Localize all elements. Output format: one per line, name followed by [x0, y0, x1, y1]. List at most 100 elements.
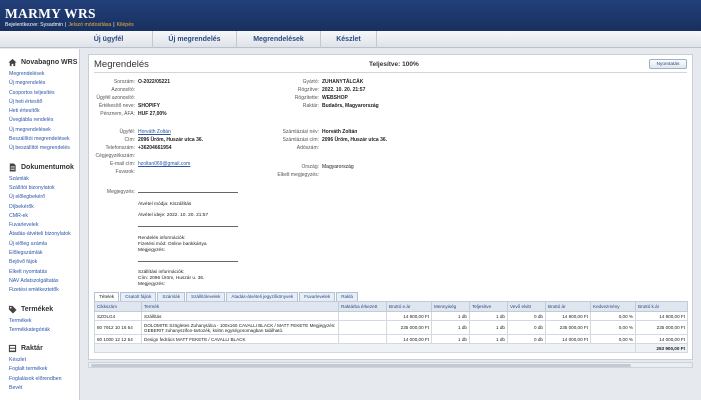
table-total-row: 263 900,00 Ft — [94, 343, 688, 353]
sidebar-item-product-categories[interactable]: Termékkategóriák — [0, 326, 79, 335]
col-fulfilled[interactable]: Teljesítve — [469, 301, 508, 312]
table-row[interactable]: SZOLG4 Szállítás 14 900,00 Ft 1 db 1 db … — [94, 311, 688, 321]
sidebar-item-fee-requests[interactable]: Díjbekérők — [0, 203, 79, 212]
logout-link[interactable]: Kilépés — [117, 22, 134, 28]
tag-icon — [8, 305, 17, 314]
tab-attachments[interactable]: Csatolt fájlok — [120, 292, 157, 301]
sidebar-item-invoices[interactable]: Számlák — [0, 175, 79, 184]
field-billing-address: Számlázási cím: 2096 Üröm, Huszár utca 36… — [282, 137, 388, 143]
field-customer: Ügyfél: Horváth Zoltán — [119, 129, 171, 135]
sidebar-item-incoming-files[interactable]: Bejövő fájok — [0, 258, 79, 267]
table-row[interactable]: 80 7912 10 16 54 DOLOMITE Szögletes Zuha… — [94, 320, 688, 335]
sidebar-item-intake[interactable]: Bevét — [0, 384, 79, 393]
user-bar: Bejelentkezve: Sysadmin | Jelszó módosítás… — [5, 22, 134, 28]
customer-link[interactable]: Horváth Zoltán — [138, 129, 171, 135]
table-header: Cikkszám Termék Raktárba érkezett Bruttó… — [94, 301, 688, 312]
sidebar-item-print[interactable]: Elkelt nyomtatás — [0, 268, 79, 277]
home-icon — [8, 58, 17, 67]
field-recorded-by: Rögzítette: WEBSHOP — [294, 95, 348, 101]
col-quantity[interactable]: Mennyiség — [431, 301, 470, 312]
divider — [94, 72, 687, 73]
page-title: Megrendelés — [94, 59, 149, 70]
sidebar-item-group-fulfilment[interactable]: Csoportos teljesítés — [0, 89, 79, 98]
sidebar-item-new-orders[interactable]: Új megrendelések — [0, 126, 79, 135]
field-manufacturer: Gyártó: ZUHANYTÁLCÁK — [302, 79, 364, 85]
col-discount[interactable]: Kedvezmény — [590, 301, 636, 312]
email-link[interactable]: hzoltan069@gmail.com — [138, 161, 190, 167]
note-delivery-time: Átvétel ideje: 2022. 10. 20. 21:57 — [138, 213, 209, 218]
sidebar-item-orders[interactable]: Megrendelések — [0, 70, 79, 79]
col-sku[interactable]: Cikkszám — [94, 301, 142, 312]
sidebar-item-nav-data[interactable]: NAV Adatszolgáltatás — [0, 277, 79, 286]
sidebar-item-new-supplier-order[interactable]: Új beszállítói megrendelés — [0, 144, 79, 153]
sidebar-section-title: Dokumentumok — [21, 163, 74, 171]
print-button[interactable]: Nyomtatás — [649, 59, 687, 69]
change-password-link[interactable]: Jelszó módosítása — [68, 22, 111, 28]
sidebar-item-advance-invoices[interactable]: Előlegszámlák — [0, 249, 79, 258]
sidebar-item-waybills[interactable]: Fuvarlevelek — [0, 221, 79, 230]
col-arrived[interactable]: Raktárba érkezett — [338, 301, 387, 312]
sidebar-item-payment-reminders[interactable]: Fizetési emlékeztetők — [0, 286, 79, 295]
sidebar-item-supplier-orders[interactable]: Beszállítói megrendelések — [0, 135, 79, 144]
sidebar-item-products[interactable]: Termékek — [0, 317, 79, 326]
tab-invoices[interactable]: Számlák — [157, 292, 186, 301]
fulfilment-status: Teljesítve: 100% — [369, 61, 419, 68]
sidebar-item-stock[interactable]: Készlet — [0, 356, 79, 365]
grand-total: 263 900,00 Ft — [635, 343, 688, 353]
sidebar-section-title: Termékek — [21, 305, 54, 313]
table-row[interactable]: 80 1000 12 12 54 Design fedrács MATT FEK… — [94, 334, 688, 344]
note-remark: Megjegyzés: — [138, 248, 165, 253]
note-delivery-method: Átvétel módja: Kiszállítás — [138, 202, 192, 207]
nav-orders[interactable]: Megrendelések — [237, 31, 321, 48]
field-company-reg: Cégjegyzékszám: — [95, 153, 135, 159]
top-navigation: Új ügyfél Új megrendelés Megrendelések K… — [0, 31, 701, 48]
col-unit-price[interactable]: Bruttó e.ár — [386, 301, 432, 312]
sidebar-item-cmr[interactable]: CMR-ek — [0, 212, 79, 221]
tab-items[interactable]: Tételek — [94, 292, 120, 301]
sidebar-section-warehouse: Raktár Készlet Foglalt termékek Foglalás… — [0, 339, 79, 393]
sidebar-item-handover-receipts[interactable]: Átadás-átvételi bizonylatok — [0, 230, 79, 239]
sidebar-item-supplier-receipts[interactable]: Szállítói bizonylatok — [0, 184, 79, 193]
warehouse-icon — [8, 345, 17, 353]
col-product[interactable]: Termék — [141, 301, 339, 312]
tab-handover-records[interactable]: Átadás-átvételi jegyzőkönyvek — [226, 292, 299, 301]
field-currency-vat: Pénznem, ÁFA: HUF 27,00% — [100, 111, 167, 117]
field-order-number: Sorszám: O-2022/05221 — [113, 79, 170, 85]
col-taken[interactable]: Vevő elvitt — [507, 301, 546, 312]
sidebar-item-new-advance-invoice[interactable]: Új előleg számla — [0, 240, 79, 249]
tab-waybills[interactable]: Fuvarlevelek — [299, 292, 336, 301]
sidebar-item-new-weekly-notice[interactable]: Új heti értesítő — [0, 98, 79, 107]
app-logo[interactable]: MARMY WRS — [5, 6, 96, 22]
tab-delivery-notes[interactable]: Szállítólevelek — [186, 292, 226, 301]
field-recorded: Rögzítve: 2022. 10. 20. 21:57 — [297, 87, 366, 93]
field-phone: Telefonszám: +36204661954 — [105, 145, 172, 151]
order-panel: Megrendelés Teljesítve: 100% Nyomtatás S… — [88, 54, 693, 360]
field-note: Megjegyzés: — [106, 189, 135, 195]
sidebar-item-new-advance-request[interactable]: Új előlegbekérő — [0, 193, 79, 202]
col-total[interactable]: Bruttó k.ár — [635, 301, 688, 312]
nav-new-order[interactable]: Új megrendelés — [153, 31, 237, 48]
sidebar-section-products: Termékek Termékek Termékkategóriák — [0, 300, 79, 336]
scrollbar-thumb[interactable] — [91, 364, 631, 367]
sidebar-item-new-order[interactable]: Új megrendelés — [0, 79, 79, 88]
nav-stock[interactable]: Készlet — [321, 31, 377, 48]
col-price[interactable]: Bruttó ár — [545, 301, 591, 312]
tab-pallets[interactable]: Raklá — [336, 292, 358, 301]
field-country: Ország: Magyarország — [301, 164, 354, 170]
note-shipping-remark: Megjegyzés: — [138, 282, 165, 287]
sidebar-item-reservations[interactable]: Foglalások előrendben — [0, 375, 79, 384]
sidebar-item-reserved-products[interactable]: Foglalt termékek — [0, 365, 79, 374]
field-seller: Értékesítő neve: SHOPIFY — [98, 103, 160, 109]
horizontal-scrollbar[interactable] — [88, 362, 693, 368]
field-address: Cím: 2096 Üröm, Huszár utca 36. — [124, 137, 204, 143]
field-warehouse: Raktár: Budaörs, Magyarország — [302, 103, 379, 109]
field-email: E-mail cím: hzoltan069@gmail.com — [110, 161, 191, 167]
field-identifier: Azonosító: — [111, 87, 135, 93]
sidebar-item-glass-order[interactable]: Üveglábla rendelés — [0, 116, 79, 125]
sidebar-item-weekly-notices[interactable]: Heti értesítők — [0, 107, 79, 116]
field-billing-name: Számlázási név: Horváth Zoltán — [282, 129, 358, 135]
document-icon — [9, 163, 16, 172]
nav-new-customer[interactable]: Új ügyfél — [65, 31, 153, 48]
app-header: MARMY WRS Bejelentkezve: Sysadmin | Jelszó… — [0, 0, 701, 31]
detail-tabs: Tételek Csatolt fájlok Számlák Szállítól… — [94, 292, 359, 301]
